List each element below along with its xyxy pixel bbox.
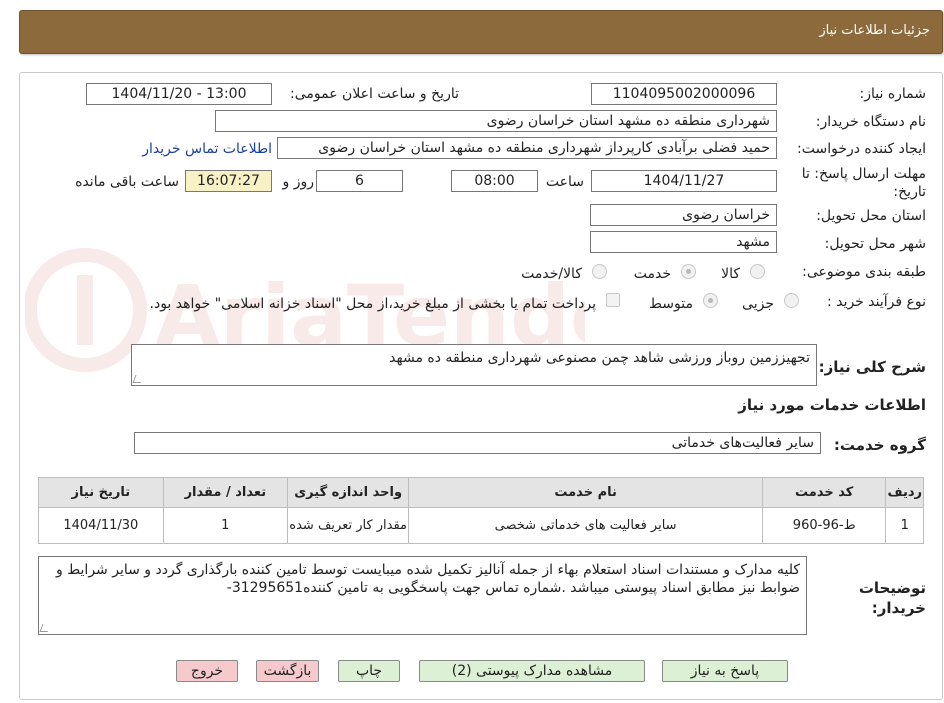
province-field: خراسان رضوی	[590, 204, 777, 226]
need-number-label: شماره نیاز:	[859, 86, 927, 102]
description-field: تجهیززمین روباز ورزشی شاهد چمن مصنوعی شه…	[131, 344, 817, 386]
back-button[interactable]: بازگشت	[256, 660, 319, 682]
col-row: ردیف	[885, 477, 924, 508]
cell-qty: 1	[162, 507, 288, 544]
buyer-field: شهرداری منطقه ده مشهد استان خراسان رضوی	[215, 110, 777, 132]
days-field: 6	[316, 170, 403, 192]
resize-handle[interactable]	[132, 375, 144, 383]
treasury-payment-note: پرداخت تمام یا بخشی از مبلغ خرید،از محل …	[149, 296, 596, 312]
col-unit: واحد اندازه گیری	[286, 477, 410, 508]
buyer-notes-label: توضیحات خریدار:	[858, 579, 926, 617]
col-code: کد خدمت	[761, 477, 887, 508]
view-attachments-button[interactable]: مشاهده مدارک پیوستی (2)	[419, 660, 645, 682]
cell-name: سایر فعالیت های خدماتی شخصی	[408, 507, 763, 544]
deadline-date-field: 1404/11/27	[591, 170, 777, 192]
category-label: طبقه بندی موضوعی:	[802, 264, 926, 280]
need-number-field: 1104095002000096	[591, 83, 777, 105]
province-label: استان محل تحویل:	[816, 208, 926, 224]
announce-field: 1404/11/20 - 13:00	[86, 83, 272, 105]
col-date: تاریخ نیاز	[38, 477, 164, 508]
cell-code: ط-96-960	[761, 507, 887, 544]
buyer-notes-text: کلیه مدارک و مستندات اسناد استعلام بهاء …	[56, 562, 800, 596]
category-radio-goods[interactable]	[750, 264, 765, 279]
col-name: نام خدمت	[408, 477, 763, 508]
description-text: تجهیززمین روباز ورزشی شاهد چمن مصنوعی شه…	[389, 350, 810, 366]
process-radio-medium[interactable]	[703, 293, 718, 308]
deadline-label: مهلت ارسال پاسخ: تا تاریخ:	[801, 166, 926, 200]
category-option-goods: کالا	[721, 266, 740, 282]
col-qty: تعداد / مقدار	[162, 477, 288, 508]
table-header-row: ردیف کد خدمت نام خدمت واحد اندازه گیری ت…	[38, 477, 924, 508]
process-radio-small[interactable]	[784, 293, 799, 308]
buyer-contact-link[interactable]: اطلاعات تماس خریدار	[142, 141, 272, 157]
buyer-label: نام دستگاه خریدار:	[815, 114, 926, 130]
table-row: 1 ط-96-960 سایر فعالیت های خدماتی شخصی م…	[38, 507, 924, 544]
buyer-notes-field: کلیه مدارک و مستندات اسناد استعلام بهاء …	[38, 556, 807, 635]
category-radio-service[interactable]	[681, 264, 696, 279]
deadline-time-label: ساعت	[545, 174, 584, 190]
process-option-medium: متوسط	[649, 296, 693, 312]
remaining-time-field: 16:07:27	[185, 170, 272, 192]
city-field: مشهد	[590, 231, 777, 253]
service-group-field: سایر فعالیت‌های خدماتی	[134, 432, 821, 454]
cell-row: 1	[885, 507, 924, 544]
creator-label: ایجاد کننده درخواست:	[797, 141, 926, 157]
resize-handle[interactable]	[39, 624, 51, 632]
process-label: نوع فرآیند خرید :	[827, 294, 926, 310]
respond-button[interactable]: پاسخ به نیاز	[662, 660, 788, 682]
days-label: روز و	[282, 174, 315, 190]
exit-button[interactable]: خروج	[176, 660, 238, 682]
cell-unit: مقدار کار تعریف شده	[286, 507, 410, 544]
process-option-small: جزیی	[742, 296, 774, 312]
print-button[interactable]: چاپ	[338, 660, 400, 682]
category-option-service: خدمت	[633, 266, 671, 282]
treasury-payment-checkbox[interactable]	[606, 293, 620, 307]
services-section-title: اطلاعات خدمات مورد نیاز	[738, 396, 926, 414]
page-header: جزئیات اطلاعات نیاز	[19, 10, 943, 54]
services-table: ردیف کد خدمت نام خدمت واحد اندازه گیری ت…	[38, 477, 924, 544]
description-label: شرح کلی نیاز:	[818, 358, 926, 376]
announce-label: تاریخ و ساعت اعلان عمومی:	[290, 86, 459, 102]
deadline-time-field: 08:00	[451, 170, 538, 192]
category-radio-goods-service[interactable]	[592, 264, 607, 279]
remaining-label: ساعت باقی مانده	[75, 174, 179, 190]
page-title: جزئیات اطلاعات نیاز	[819, 23, 930, 38]
service-group-label: گروه خدمت:	[833, 436, 926, 454]
creator-field: حمید فضلی برآبادی کارپرداز شهرداری منطقه…	[277, 137, 777, 159]
category-option-goods-service: کالا/خدمت	[521, 266, 582, 282]
cell-date: 1404/11/30	[38, 507, 164, 544]
city-label: شهر محل تحویل:	[824, 236, 926, 252]
